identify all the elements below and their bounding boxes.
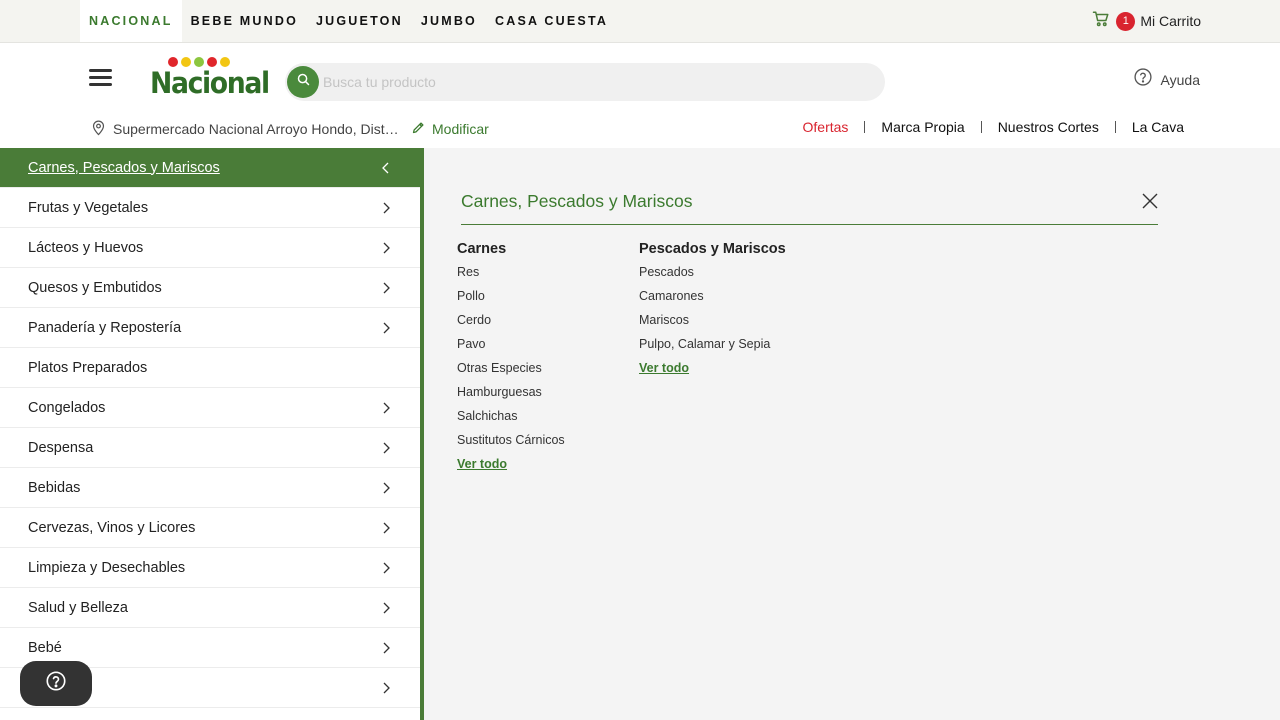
chevron-right-icon (383, 682, 390, 693)
category-label: Frutas y Vegetales (28, 199, 149, 216)
link-ofertas[interactable]: Ofertas (803, 119, 849, 135)
divider (980, 121, 982, 133)
category-carnes-pescados-mariscos[interactable]: Carnes, Pescados y Mariscos (0, 148, 420, 188)
category-label: Bebidas (28, 479, 81, 496)
category-label: Bebé (28, 639, 62, 656)
category-frutas-vegetales[interactable]: Frutas y Vegetales (0, 188, 420, 228)
category-quesos-embutidos[interactable]: Quesos y Embutidos (0, 268, 420, 308)
category-panaderia-reposteria[interactable]: Panadería y Repostería (0, 308, 420, 348)
quick-links: Ofertas Marca Propia Nuestros Cortes La … (803, 119, 1184, 135)
logo-wordmark: Nacional (150, 66, 270, 100)
category-label: Congelados (28, 399, 106, 416)
cart-count-badge: 1 (1116, 11, 1136, 31)
category-label: Panadería y Repostería (28, 319, 182, 336)
floating-help-button[interactable] (20, 661, 92, 706)
subcategory-link[interactable]: Pollo (457, 288, 565, 312)
category-despensa[interactable]: Despensa (0, 428, 420, 468)
category-label: Carnes, Pescados y Mariscos (28, 159, 220, 176)
link-marca-propia[interactable]: Marca Propia (881, 119, 964, 135)
store-location: Supermercado Nacional Arroyo Hondo, Dist… (90, 118, 489, 140)
subcategory-link[interactable]: Mariscos (639, 312, 786, 336)
subcategory-link[interactable]: Sustitutos Cárnicos (457, 432, 565, 456)
subcategory-column-carnes: Carnes Res Pollo Cerdo Pavo Otras Especi… (457, 241, 565, 480)
store-location-text: Supermercado Nacional Arroyo Hondo, Dist… (113, 121, 403, 137)
panel-title: Carnes, Pescados y Mariscos (461, 191, 693, 211)
chevron-right-icon (383, 322, 390, 333)
question-icon (45, 670, 67, 697)
pencil-icon (411, 120, 426, 138)
brand-tab-jumbo[interactable]: JUMBO (412, 0, 486, 42)
see-all-link[interactable]: Ver todo (457, 456, 565, 480)
search-input[interactable] (323, 63, 873, 101)
category-cervezas-vinos-licores[interactable]: Cervezas, Vinos y Licores (0, 508, 420, 548)
category-label: Cervezas, Vinos y Licores (28, 519, 196, 536)
top-brand-bar: NACIONAL BEBE MUNDO JUGUETON JUMBO CASA … (0, 0, 1280, 43)
category-label: Salud y Belleza (28, 599, 128, 616)
search-button[interactable] (287, 66, 319, 98)
panel-divider (461, 224, 1158, 225)
see-all-link[interactable]: Ver todo (639, 360, 786, 384)
brand-tab-bebe-mundo[interactable]: BEBE MUNDO (182, 0, 307, 42)
category-salud-belleza[interactable]: Salud y Belleza (0, 588, 420, 628)
location-pin-icon (90, 118, 107, 140)
chevron-right-icon (383, 402, 390, 413)
help-link[interactable]: Ayuda (1133, 67, 1200, 92)
chevron-right-icon (383, 202, 390, 213)
link-la-cava[interactable]: La Cava (1132, 119, 1184, 135)
category-platos-preparados[interactable]: Platos Preparados (0, 348, 420, 388)
link-nuestros-cortes[interactable]: Nuestros Cortes (998, 119, 1099, 135)
cart-label: Mi Carrito (1140, 13, 1201, 29)
brand-tabs: NACIONAL BEBE MUNDO JUGUETON JUMBO CASA … (80, 0, 617, 42)
subcategory-link[interactable]: Res (457, 264, 565, 288)
search-icon (296, 72, 311, 92)
chevron-right-icon (383, 602, 390, 613)
category-congelados[interactable]: Congelados (0, 388, 420, 428)
cart-button[interactable]: 1 Mi Carrito (1092, 11, 1201, 31)
cart-icon (1092, 10, 1110, 33)
category-menu: Carnes, Pescados y Mariscos Frutas y Veg… (0, 148, 424, 720)
subcategory-link[interactable]: Pescados (639, 264, 786, 288)
chevron-right-icon (383, 482, 390, 493)
subcategory-link[interactable]: Hamburguesas (457, 384, 565, 408)
subcategory-link[interactable]: Pavo (457, 336, 565, 360)
category-limpieza-desechables[interactable]: Limpieza y Desechables (0, 548, 420, 588)
column-heading: Carnes (457, 241, 507, 257)
modify-location-button[interactable]: Modificar (411, 120, 489, 138)
category-label: Platos Preparados (28, 359, 148, 376)
menu-icon[interactable] (89, 69, 112, 87)
nacional-logo[interactable]: Nacional (150, 57, 270, 101)
subcategory-panel: Carnes, Pescados y Mariscos Carnes Res P… (424, 148, 1280, 720)
search-bar (285, 63, 885, 101)
help-label: Ayuda (1160, 71, 1200, 88)
chevron-right-icon (383, 562, 390, 573)
subcategory-column-pescados: Pescados y Mariscos Pescados Camarones M… (639, 241, 786, 384)
category-lacteos-huevos[interactable]: Lácteos y Huevos (0, 228, 420, 268)
site-header: Nacional Ayuda Supermercado Nacional Arr… (0, 43, 1280, 148)
subcategory-link[interactable]: Pulpo, Calamar y Sepia (639, 336, 786, 360)
category-label: Quesos y Embutidos (28, 279, 162, 296)
subcategory-link[interactable]: Otras Especies (457, 360, 565, 384)
brand-tab-casa-cuesta[interactable]: CASA CUESTA (486, 0, 617, 42)
brand-tab-nacional[interactable]: NACIONAL (80, 0, 182, 42)
category-label: Despensa (28, 439, 94, 456)
subcategory-link[interactable]: Cerdo (457, 312, 565, 336)
modify-label: Modificar (432, 121, 489, 137)
close-icon[interactable] (1142, 193, 1158, 209)
category-bebidas[interactable]: Bebidas (0, 468, 420, 508)
chevron-right-icon (383, 642, 390, 653)
help-circle-icon (1133, 67, 1153, 92)
chevron-right-icon (383, 282, 390, 293)
divider (1114, 121, 1116, 133)
chevron-right-icon (383, 522, 390, 533)
divider (864, 121, 866, 133)
brand-tab-jugueton[interactable]: JUGUETON (307, 0, 412, 42)
category-label: Lácteos y Huevos (28, 239, 144, 256)
subcategory-link[interactable]: Camarones (639, 288, 786, 312)
column-heading: Pescados y Mariscos (639, 241, 786, 257)
chevron-left-icon (382, 162, 389, 173)
chevron-right-icon (383, 442, 390, 453)
subcategory-link[interactable]: Salchichas (457, 408, 565, 432)
category-label: Limpieza y Desechables (28, 559, 186, 576)
chevron-right-icon (383, 242, 390, 253)
